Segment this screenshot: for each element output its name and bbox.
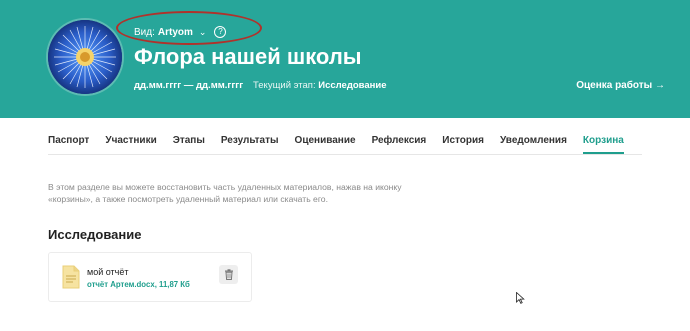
tab-participants[interactable]: Участники [105, 135, 156, 154]
project-header: Вид: Artyom ⌄ ? Флора нашей школы дд.мм.… [0, 0, 690, 118]
project-dates: дд.мм.гггг — дд.мм.гггг [134, 80, 244, 91]
tab-trash[interactable]: Корзина [582, 135, 624, 154]
view-switcher[interactable]: Вид: Artyom ⌄ ? [134, 25, 227, 39]
stage-label: Текущий этап: [253, 80, 316, 91]
tab-stages[interactable]: Этапы [173, 135, 205, 154]
project-avatar [48, 20, 122, 94]
chevron-down-icon[interactable]: ⌄ [199, 27, 207, 38]
mouse-cursor-icon [516, 292, 525, 304]
page-title: Флора нашей школы [134, 44, 362, 69]
project-tabs: Паспорт Участники Этапы Результаты Оцени… [48, 118, 642, 155]
tab-history[interactable]: История [442, 135, 484, 154]
tab-notifications[interactable]: Уведомления [500, 135, 567, 154]
section-title: Исследование [48, 227, 142, 242]
restore-trash-button[interactable] [219, 265, 238, 284]
tab-results[interactable]: Результаты [221, 135, 279, 154]
file-download-link[interactable]: отчёт Артем.docx, 11,87 Кб [87, 280, 190, 289]
trash-icon [224, 269, 233, 280]
view-user-name[interactable]: Artyom [158, 27, 193, 38]
dandelion-avatar-icon [48, 20, 122, 94]
tab-reflection[interactable]: Рефлексия [372, 135, 427, 154]
stage-value: Исследование [318, 80, 387, 91]
tab-assessment[interactable]: Оценивание [295, 135, 356, 154]
document-icon [62, 265, 80, 289]
tab-passport[interactable]: Паспорт [48, 135, 89, 154]
help-icon[interactable]: ? [214, 26, 227, 38]
deleted-file-card[interactable]: мой отчёт отчёт Артем.docx, 11,87 Кб [48, 252, 252, 302]
view-label: Вид: [134, 26, 155, 38]
assessment-link[interactable]: Оценка работы → [576, 80, 665, 91]
trash-info-text: В этом разделе вы можете восстановить ча… [48, 182, 402, 204]
file-title: мой отчёт [87, 267, 129, 277]
current-stage: Текущий этап: Исследование [253, 80, 387, 91]
